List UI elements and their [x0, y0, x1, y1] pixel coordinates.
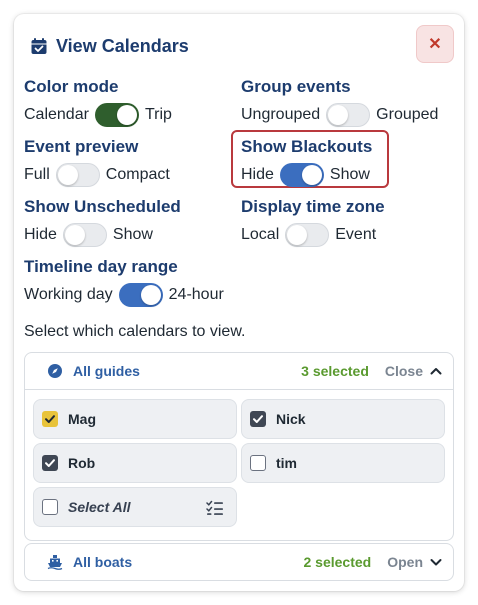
guide-label: Nick	[276, 411, 306, 427]
option-label: Display time zone	[241, 197, 385, 216]
guides-list: Mag Nick Rob tim Select All	[25, 389, 453, 540]
option-display-time-zone: Display time zone Local Event	[241, 197, 385, 247]
show-blackouts-toggle[interactable]	[279, 163, 324, 187]
option-left-label: Local	[241, 226, 280, 243]
option-show-unscheduled: Show Unscheduled Hide Show	[24, 197, 181, 247]
select-all-label: Select All	[68, 499, 131, 515]
option-color-mode: Color mode Calendar Trip	[24, 77, 172, 127]
option-label: Color mode	[24, 77, 119, 96]
guides-accordion: All guides 3 selected Close Mag Nick Rob	[24, 352, 454, 541]
checkbox[interactable]	[42, 411, 58, 427]
guides-close-toggle[interactable]: Close	[385, 363, 423, 379]
option-timeline-day-range: Timeline day range Working day 24-hour	[24, 257, 224, 307]
option-label: Timeline day range	[24, 257, 178, 276]
guide-label: Mag	[68, 411, 96, 427]
option-left-label: Ungrouped	[241, 106, 321, 123]
guides-accordion-title: All guides	[73, 363, 140, 379]
select-all-guides[interactable]: Select All	[33, 487, 237, 527]
checkbox[interactable]	[250, 455, 266, 471]
option-right-label: Trip	[144, 106, 172, 123]
option-event-preview: Event preview Full Compact	[24, 137, 170, 187]
guide-label: Rob	[68, 455, 96, 471]
option-left-label: Working day	[24, 286, 113, 303]
option-left-label: Hide	[241, 166, 274, 183]
option-label: Event preview	[24, 137, 139, 156]
guides-accordion-header[interactable]: All guides 3 selected Close	[25, 353, 453, 389]
group-events-toggle[interactable]	[326, 103, 371, 127]
option-label: Group events	[241, 77, 351, 96]
ship-icon	[47, 554, 63, 570]
option-left-label: Calendar	[24, 106, 89, 123]
timeline-day-range-toggle[interactable]	[118, 283, 163, 307]
panel-header: View Calendars	[30, 34, 189, 58]
panel-title: View Calendars	[56, 35, 189, 56]
guide-label: tim	[276, 455, 297, 471]
checkbox[interactable]	[42, 499, 58, 515]
option-show-blackouts: Show Blackouts Hide Show	[241, 137, 372, 187]
view-calendars-panel: View Calendars ✕ Color mode Calendar Tri…	[14, 14, 464, 591]
chevron-up-icon[interactable]	[429, 364, 443, 378]
option-left-label: Full	[24, 166, 50, 183]
option-right-label: Grouped	[376, 106, 439, 123]
option-right-label: Show	[329, 166, 370, 183]
checklist-icon	[206, 500, 223, 515]
display-time-zone-toggle[interactable]	[285, 223, 330, 247]
option-right-label: Event	[335, 226, 377, 243]
guide-option-mag[interactable]: Mag	[33, 399, 237, 439]
event-preview-toggle[interactable]	[55, 163, 100, 187]
calendar-check-icon	[31, 38, 47, 54]
boats-selected-count: 2 selected	[303, 554, 372, 570]
option-right-label: 24-hour	[168, 286, 224, 303]
boats-open-toggle[interactable]: Open	[387, 554, 423, 570]
show-unscheduled-toggle[interactable]	[62, 223, 107, 247]
option-group-events: Group events Ungrouped Grouped	[241, 77, 438, 127]
checkbox[interactable]	[42, 455, 58, 471]
guide-option-tim[interactable]: tim	[241, 443, 445, 483]
option-label: Show Unscheduled	[24, 197, 181, 216]
option-right-label: Compact	[105, 166, 170, 183]
checkbox[interactable]	[250, 411, 266, 427]
option-right-label: Show	[112, 226, 153, 243]
calendar-select-hint: Select which calendars to view.	[24, 323, 246, 340]
guide-option-rob[interactable]: Rob	[33, 443, 237, 483]
chevron-down-icon[interactable]	[429, 555, 443, 569]
close-button[interactable]: ✕	[416, 25, 454, 63]
option-label: Show Blackouts	[241, 137, 373, 156]
boats-accordion: All boats 2 selected Open	[24, 543, 454, 581]
guides-selected-count: 3 selected	[301, 363, 369, 379]
compass-icon	[47, 363, 63, 379]
guide-option-nick[interactable]: Nick	[241, 399, 445, 439]
boats-accordion-header[interactable]: All boats 2 selected Open	[25, 544, 453, 580]
option-left-label: Hide	[24, 226, 57, 243]
color-mode-toggle[interactable]	[94, 103, 139, 127]
boats-accordion-title: All boats	[73, 554, 133, 570]
